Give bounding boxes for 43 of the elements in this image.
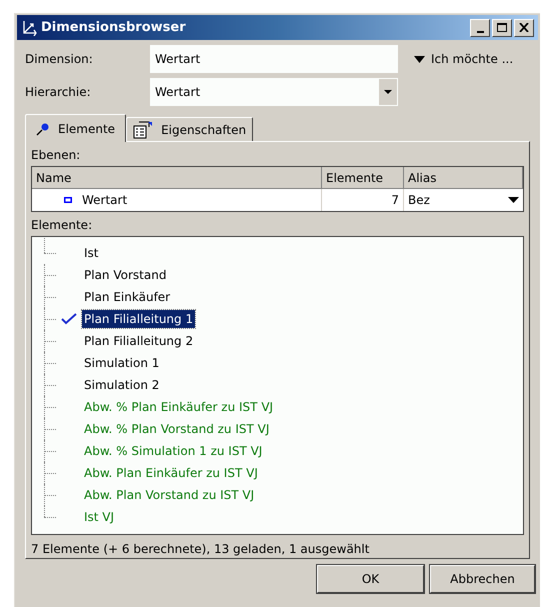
field-label: Dimension: bbox=[25, 51, 94, 68]
tree-item[interactable]: Abw. Plan Einkäufer zu IST VJ bbox=[82, 464, 260, 482]
field-label: Hierarchie: bbox=[25, 84, 92, 101]
tree-item[interactable]: Plan Vorstand bbox=[82, 266, 168, 284]
tree-item[interactable]: Ist bbox=[82, 244, 100, 262]
status-text: 7 Elemente (+ 6 berechnete), 13 geladen, 1 ausgewählt bbox=[31, 541, 370, 558]
level-icon bbox=[64, 197, 72, 203]
pin-icon bbox=[36, 122, 50, 136]
tree-item[interactable]: Simulation 1 bbox=[82, 354, 162, 372]
action-menu-link[interactable]: Ich möchte ... bbox=[431, 50, 514, 68]
properties-sheet-icon bbox=[133, 120, 154, 138]
tree-item[interactable]: Ist VJ bbox=[82, 508, 116, 526]
column-header[interactable]: Elemente bbox=[322, 167, 404, 189]
close-button[interactable] bbox=[514, 18, 534, 36]
section-label: Ebenen: bbox=[31, 147, 82, 164]
minimize-button[interactable] bbox=[470, 18, 490, 36]
dropdown-arrow-icon bbox=[508, 197, 519, 203]
table-cell: 7 bbox=[322, 189, 404, 211]
dialog-button[interactable]: Abbrechen bbox=[430, 565, 535, 593]
tree-item[interactable]: Simulation 2 bbox=[82, 376, 162, 394]
dropdown-arrow-icon bbox=[414, 56, 425, 62]
axes-icon bbox=[21, 20, 37, 36]
dropdown-field[interactable]: Wertart bbox=[150, 78, 398, 106]
tree-item[interactable]: Plan Filialleitung 1 bbox=[82, 310, 196, 328]
window-title: Dimensionsbrowser bbox=[41, 18, 187, 37]
tree-item[interactable]: Plan Einkäufer bbox=[82, 288, 172, 306]
close-icon bbox=[519, 23, 529, 32]
tab[interactable]: Elemente bbox=[25, 114, 126, 142]
tab[interactable]: Eigenschaften bbox=[126, 117, 254, 141]
tree-item[interactable]: Abw. Plan Vorstand zu IST VJ bbox=[82, 486, 256, 504]
alias-dropdown[interactable]: Bez bbox=[404, 189, 523, 211]
dialog-button[interactable]: OK bbox=[317, 565, 424, 593]
section-label: Elemente: bbox=[31, 217, 94, 234]
column-header[interactable]: Alias bbox=[404, 167, 523, 189]
maximize-button[interactable] bbox=[492, 18, 512, 36]
column-header[interactable]: Name bbox=[32, 167, 322, 189]
tree-item[interactable]: Plan Filialleitung 2 bbox=[82, 332, 196, 350]
dropdown-arrow-icon bbox=[384, 90, 392, 94]
table-cell-text: Wertart bbox=[82, 192, 128, 209]
tree-item[interactable]: Abw. % Plan Einkäufer zu IST VJ bbox=[82, 398, 276, 416]
tree-item[interactable]: Abw. % Plan Vorstand zu IST VJ bbox=[82, 420, 272, 438]
tree-item[interactable]: Abw. % Simulation 1 zu IST VJ bbox=[82, 442, 264, 460]
text-field[interactable]: Wertart bbox=[150, 45, 398, 73]
